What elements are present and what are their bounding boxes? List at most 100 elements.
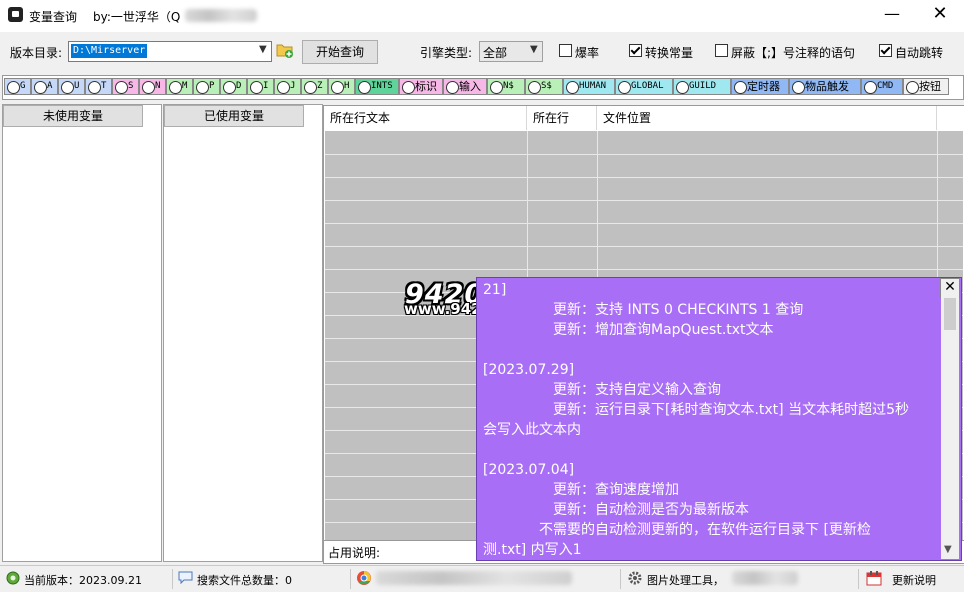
radio-option-s$[interactable]: S$ [525,78,563,95]
radio-dot[interactable] [169,81,182,94]
radio-dot[interactable] [618,81,631,94]
radio-option-p[interactable]: P [193,78,220,95]
grid-row-divider [325,200,963,201]
radio-dot[interactable] [734,81,747,94]
image-tool-label[interactable]: 图片处理工具， [647,572,724,588]
radio-option-t[interactable]: T [85,78,112,95]
browser-icon[interactable] [356,570,372,586]
column-header-line-number[interactable]: 所在行 [527,106,597,130]
radio-dot[interactable] [358,81,371,94]
variable-type-radio-strip: G A U T S N M P D I J Z H INTS 标识 输入 N$ S$ HUMAN GLOBAL GUIL… [2,75,964,100]
radio-dot[interactable] [676,81,689,94]
update-note-line: 更新：自动检测是否为最新版本 [483,502,749,518]
radio-option-[interactable]: 定时器 [731,78,789,95]
radio-option-n$[interactable]: N$ [487,78,525,95]
update-note-line: [2023.07.29] [483,362,575,378]
dir-value[interactable]: D:\Mirserver [71,44,148,58]
column-header-file-location[interactable]: 文件位置 [597,106,937,130]
radio-option-z[interactable]: Z [301,78,328,95]
radio-dot[interactable] [7,81,20,94]
update-notes-link[interactable]: 更新说明 [892,572,936,588]
radio-option-label: T [101,81,107,91]
radio-option-label: GUILD [689,81,717,91]
used-variables-list[interactable] [163,104,323,562]
scrollbar-thumb[interactable] [944,298,956,330]
radio-option-g[interactable]: G [4,78,31,95]
shield-comment-checkbox[interactable] [715,44,728,57]
usage-label: 占用说明: [328,546,381,560]
radio-option-human[interactable]: HUMAN [563,78,615,95]
status-divider [350,569,351,589]
radio-dot[interactable] [223,81,236,94]
radio-option-guild[interactable]: GUILD [673,78,731,95]
radio-dot[interactable] [250,81,263,94]
grid-row-divider [325,223,963,224]
used-variables-header[interactable]: 已使用变量 [164,105,304,127]
radio-dot[interactable] [142,81,155,94]
radio-dot[interactable] [528,81,541,94]
radio-option-h[interactable]: H [328,78,355,95]
radio-option-cmd[interactable]: CMD [861,78,903,95]
radio-dot[interactable] [34,81,47,94]
radio-option-n[interactable]: N [139,78,166,95]
radio-option-label: 输入 [459,80,481,93]
update-note-line: 更新：运行目录下[耗时查询文本.txt] 当文本耗时超过5秒 [483,402,909,418]
popup-scrollbar[interactable]: ▼ [941,296,959,559]
radio-dot[interactable] [446,81,459,94]
radio-option-ints[interactable]: INTS [355,78,399,95]
radio-dot[interactable] [906,81,919,94]
radio-dot[interactable] [864,81,877,94]
chevron-down-icon[interactable]: ▼ [259,45,269,55]
popup-close-button[interactable]: ✕ [940,278,960,298]
radio-option-[interactable]: 按钮 [903,78,949,95]
radio-option-u[interactable]: U [58,78,85,95]
app-icon [8,7,23,22]
radio-option-m[interactable]: M [166,78,193,95]
unused-variables-list[interactable] [2,104,162,562]
minimize-button[interactable]: — [872,3,912,27]
radio-option-j[interactable]: J [274,78,301,95]
auto-jump-label: 自动跳转 [895,46,944,60]
radio-dot[interactable] [196,81,209,94]
convert-constant-checkbox[interactable] [629,44,642,57]
chat-bubble-icon [178,571,193,585]
radio-option-a[interactable]: A [31,78,58,95]
dir-combobox[interactable]: D:\Mirserver ▼ [68,41,272,62]
radio-option-d[interactable]: D [220,78,247,95]
column-header-line-text[interactable]: 所在行文本 [324,106,527,130]
radio-option-i[interactable]: I [247,78,274,95]
radio-dot[interactable] [61,81,74,94]
radio-option-[interactable]: 输入 [443,78,487,95]
radio-dot[interactable] [304,81,317,94]
radio-dot[interactable] [402,81,415,94]
radio-option-s[interactable]: S [112,78,139,95]
radio-dot[interactable] [88,81,101,94]
radio-dot[interactable] [277,81,290,94]
radio-dot[interactable] [566,81,579,94]
engine-value[interactable]: 全部 [483,44,507,61]
redacted-link[interactable] [376,571,572,585]
radio-dot[interactable] [115,81,128,94]
folder-add-icon[interactable] [276,42,294,58]
update-note-line [483,440,938,460]
update-note-line: 更新：增加查询MapQuest.txt文本 [483,322,774,338]
engine-select[interactable]: 全部 ▼ [479,41,543,62]
radio-option-label: U [74,81,80,91]
status-divider [172,569,173,589]
chevron-down-icon[interactable]: ▼ [530,45,540,55]
scroll-down-icon[interactable]: ▼ [944,544,952,555]
drop-rate-checkbox[interactable] [559,44,572,57]
start-query-button[interactable]: 开始查询 [302,40,378,64]
close-window-button[interactable]: ✕ [918,3,962,27]
dir-label: 版本目录: [10,46,63,60]
radio-option-global[interactable]: GLOBAL [615,78,673,95]
radio-option-label: 标识 [415,80,437,93]
auto-jump-checkbox[interactable] [879,44,892,57]
unused-variables-header[interactable]: 未使用变量 [3,105,143,127]
radio-dot[interactable] [792,81,805,94]
radio-option-[interactable]: 物品触发 [789,78,861,95]
update-notes-popup: 21] 更新：支持 INTS 0 CHECKINTS 1 查询 更新：增加查询M… [476,277,962,561]
radio-option-[interactable]: 标识 [399,78,443,95]
radio-dot[interactable] [490,81,503,94]
radio-dot[interactable] [331,81,344,94]
